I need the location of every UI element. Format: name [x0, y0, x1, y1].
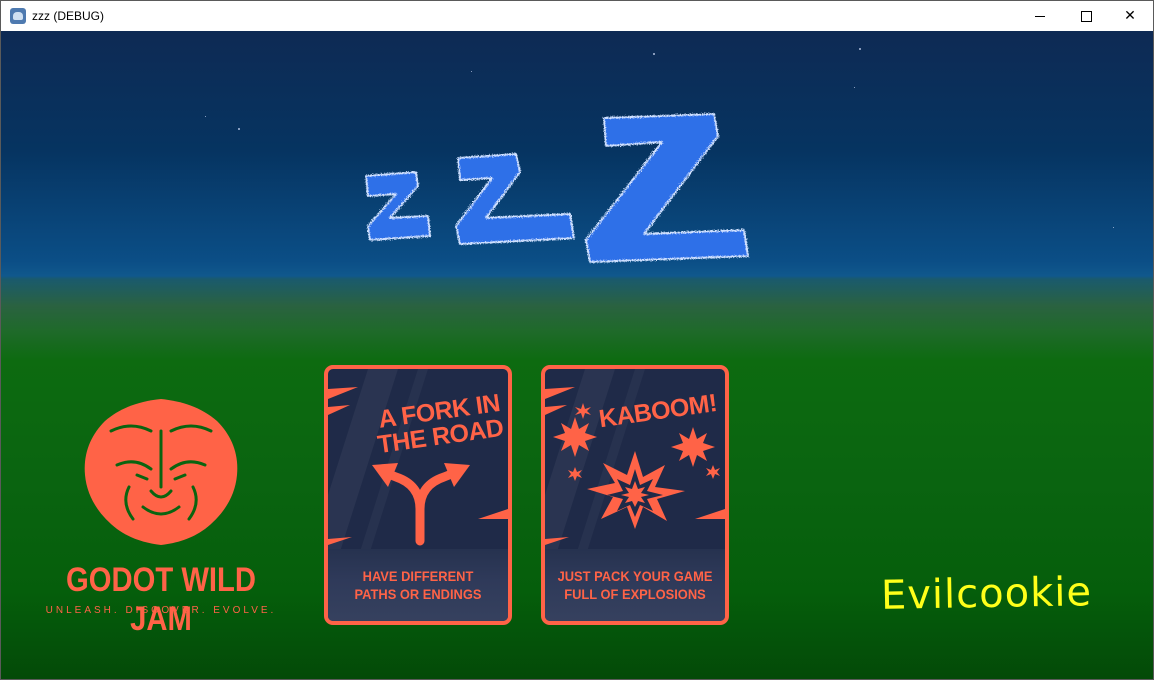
- game-viewport[interactable]: GODOT WILD JAM UNLEASH. DISCOVER. EVOLVE…: [1, 31, 1153, 679]
- close-button[interactable]: ✕: [1107, 1, 1153, 31]
- star: [859, 48, 861, 50]
- window-title: zzz (DEBUG): [32, 9, 104, 23]
- maximize-icon: [1080, 10, 1092, 22]
- star: [205, 116, 206, 117]
- zzz-logo: [365, 113, 749, 263]
- title-bar[interactable]: zzz (DEBUG) ✕: [1, 1, 1153, 31]
- author-signature: Evilcookie: [880, 569, 1093, 619]
- card-description: JUST PACK YOUR GAME FULL OF EXPLOSIONS: [557, 568, 713, 602]
- jam-tagline: UNLEASH. DISCOVER. EVOLVE.: [45, 605, 277, 616]
- minimize-button[interactable]: [1017, 1, 1063, 31]
- close-icon: ✕: [1124, 8, 1136, 24]
- maximize-button[interactable]: [1063, 1, 1109, 31]
- star: [238, 128, 240, 130]
- game-window: zzz (DEBUG) ✕ GODOT WILD JAM UNLEASH. DI…: [0, 0, 1154, 680]
- minimize-icon: [1035, 15, 1045, 17]
- theme-card-kaboom[interactable]: KABOOM! JUST PACK YOUR GAME FULL OF EXPL…: [541, 365, 729, 625]
- godot-wild-jam-logo: GODOT WILD JAM UNLEASH. DISCOVER. EVOLVE…: [31, 391, 291, 638]
- star: [653, 53, 655, 55]
- star: [471, 71, 472, 72]
- theme-card-fork-in-the-road[interactable]: A FORK IN THE ROAD HAVE DIFFERENT PATHS …: [324, 365, 512, 625]
- lion-icon: [84, 399, 238, 545]
- star: [854, 87, 855, 88]
- godot-app-icon: [10, 8, 26, 24]
- card-description: HAVE DIFFERENT PATHS OR ENDINGS: [354, 568, 482, 602]
- star: [1113, 227, 1114, 228]
- jam-title: GODOT WILD JAM: [65, 561, 257, 638]
